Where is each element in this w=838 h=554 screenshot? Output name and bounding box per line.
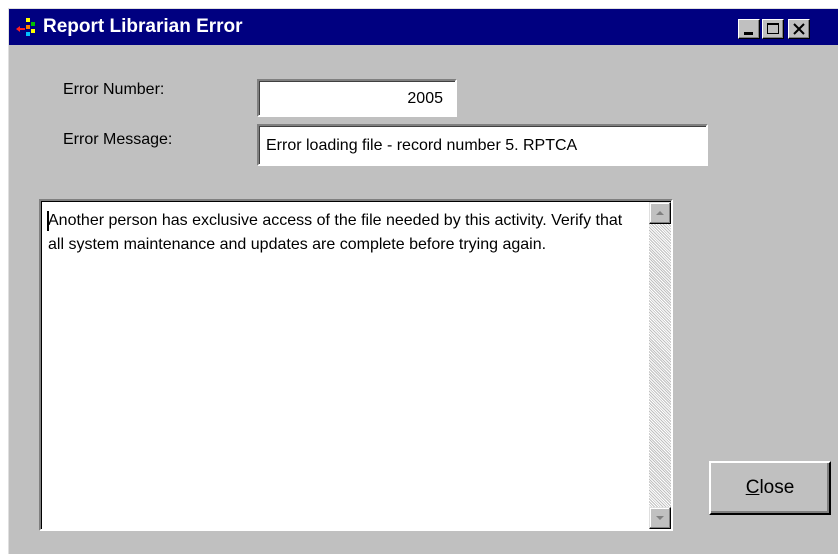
close-button-label: lose bbox=[759, 477, 795, 498]
close-icon bbox=[793, 23, 805, 35]
scroll-down-button[interactable] bbox=[649, 507, 671, 529]
arrow-down-icon bbox=[656, 516, 664, 520]
error-message-field[interactable]: Error loading file - record number 5. RP… bbox=[257, 124, 708, 166]
minimize-button[interactable] bbox=[738, 19, 760, 39]
title-bar[interactable]: Report Librarian Error bbox=[9, 9, 838, 45]
vertical-scrollbar[interactable] bbox=[649, 202, 671, 529]
error-details-textarea[interactable]: Another person has exclusive access of t… bbox=[39, 199, 673, 531]
error-number-label: Error Number: bbox=[63, 81, 165, 98]
minimize-icon bbox=[744, 32, 753, 35]
close-window-button[interactable] bbox=[788, 19, 810, 39]
arrow-up-icon bbox=[656, 211, 664, 215]
app-logo-icon[interactable] bbox=[15, 17, 37, 37]
scroll-up-button[interactable] bbox=[649, 202, 671, 224]
error-dialog-window: Report Librarian Error Error Number: 200… bbox=[8, 8, 838, 554]
error-details-text[interactable]: Another person has exclusive access of t… bbox=[48, 209, 638, 257]
maximize-button[interactable] bbox=[762, 19, 784, 39]
close-button-mnemonic: C bbox=[745, 477, 760, 498]
error-message-label: Error Message: bbox=[63, 131, 173, 148]
error-number-field[interactable]: 2005 bbox=[257, 79, 457, 117]
window-title: Report Librarian Error bbox=[43, 16, 243, 37]
close-button[interactable]: Close bbox=[709, 461, 831, 515]
maximize-icon bbox=[767, 23, 779, 34]
